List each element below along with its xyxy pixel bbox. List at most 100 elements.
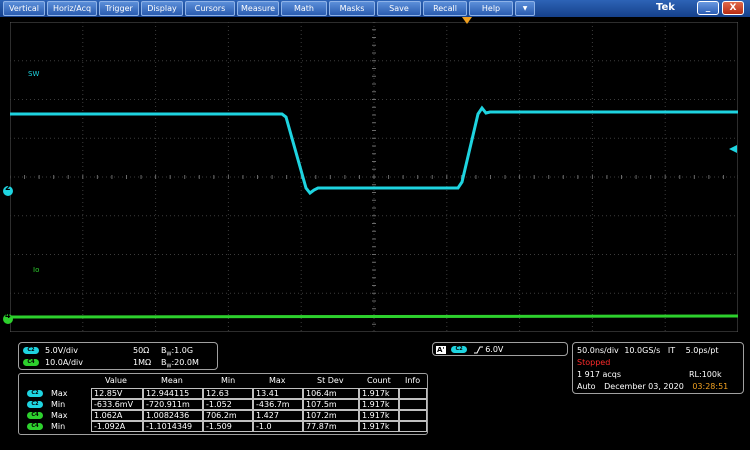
menu-vertical[interactable]: Vertical [3, 1, 45, 16]
ch4-settings-row[interactable]: C4 10.0A/div 1MΩ BW:20.0M [23, 358, 199, 370]
measurement-value-cell: -633.6mV [91, 399, 143, 410]
measurement-channel-badge: C4 [27, 423, 43, 430]
waveform-display[interactable]: 2 4 SW Io [0, 17, 750, 340]
brand-logo: Tek [656, 2, 675, 13]
measurement-stdev-cell: 77.87m [303, 421, 359, 432]
ch4-ground-marker[interactable]: 4 [2, 310, 14, 324]
ch2-ground-marker[interactable]: 2 [2, 182, 14, 196]
close-button[interactable]: X [722, 1, 744, 15]
measurement-info-cell [399, 388, 427, 399]
it-label: IT [667, 346, 676, 355]
measurement-row[interactable]: C4 Min -1.092A -1.1014349 -1.509 -1.0 77.87m 1.… [19, 421, 427, 432]
measurement-max-cell: -436.7m [253, 399, 303, 410]
measurements-table[interactable]: Value Mean Min Max St Dev Count Info C2 M… [18, 373, 428, 435]
acquisition-panel[interactable]: 50.0ns/div 10.0GS/s IT 5.0ps/pt Stopped … [572, 342, 744, 394]
measurement-type: Max [51, 389, 68, 398]
measurement-mean-cell: 12.944115 [143, 388, 203, 399]
ch2-badge: C2 [23, 347, 39, 354]
record-length: RL:100k [689, 370, 722, 379]
ch4-bandwidth: BW:20.0M [161, 358, 199, 370]
measurement-row[interactable]: C2 Max 12.85V 12.944115 12.63 13.41 106.4m 1.91… [19, 388, 427, 399]
measurement-min-cell: 706.2m [203, 410, 253, 421]
measurement-value-cell: -1.092A [91, 421, 143, 432]
ch2-bandwidth: BW:1.0G [161, 346, 193, 358]
col-header-count: Count [367, 376, 391, 385]
measurement-value-cell: 12.85V [91, 388, 143, 399]
measurement-type: Min [51, 422, 66, 431]
run-status: Stopped [577, 358, 611, 367]
measurement-stdev-cell: 107.2m [303, 410, 359, 421]
menu-masks[interactable]: Masks [329, 1, 375, 16]
measurement-value-cell: 1.062A [91, 410, 143, 421]
col-header-value: Value [105, 376, 127, 385]
menu-recall[interactable]: Recall [423, 1, 467, 16]
date-time-row: Auto December 03, 2020 03:28:51 [577, 382, 728, 391]
menu-bar: Vertical Horiz/Acq Trigger Display Curso… [0, 0, 750, 17]
trigger-position-marker[interactable] [462, 17, 472, 25]
ch4-bw-value: :20.0M [171, 358, 199, 367]
menu-display[interactable]: Display [141, 1, 183, 16]
graticule [10, 22, 738, 332]
trigger-readout-panel[interactable]: A' C2 6.0V [432, 342, 568, 356]
measurement-count-cell: 1.917k [359, 410, 399, 421]
resolution: 5.0ps/pt [685, 346, 719, 355]
timebase: 50.0ns/div [577, 346, 619, 355]
measurement-type: Max [51, 411, 68, 420]
measurement-max-cell: -1.0 [253, 421, 303, 432]
measurement-mean-cell: -720.911m [143, 399, 203, 410]
measurement-stdev-cell: 106.4m [303, 388, 359, 399]
measurement-channel-badge: C2 [27, 390, 43, 397]
menu-horiz-acq[interactable]: Horiz/Acq [47, 1, 97, 16]
menu-help[interactable]: Help [469, 1, 513, 16]
ch2-impedance: 50Ω [133, 346, 150, 355]
ch2-settings-row[interactable]: C2 5.0V/div 50Ω BW:1.0G [23, 346, 193, 358]
measurement-count-cell: 1.917k [359, 388, 399, 399]
time: 03:28:51 [692, 382, 729, 391]
minimize-button[interactable]: _ [697, 1, 719, 15]
ch4-badge: C4 [23, 359, 39, 366]
measurement-mean-cell: -1.1014349 [143, 421, 203, 432]
measurement-min-cell: -1.052 [203, 399, 253, 410]
menu-measure[interactable]: Measure [237, 1, 279, 16]
measurement-mean-cell: 1.0082436 [143, 410, 203, 421]
trigger-level-marker[interactable] [729, 145, 739, 153]
ch4-scale: 10.0A/div [45, 358, 84, 367]
menu-cursors[interactable]: Cursors [185, 1, 235, 16]
center-axis-ticks [10, 22, 738, 332]
ch4-impedance: 1MΩ [133, 358, 152, 367]
ch2-marker-label: 2 [5, 183, 11, 192]
menu-save[interactable]: Save [377, 1, 421, 16]
date: December 03, 2020 [604, 382, 684, 391]
ch2-bw-value: :1.0G [171, 346, 194, 355]
trigger-readout: A' C2 6.0V [436, 345, 503, 354]
measurement-count-cell: 1.917k [359, 399, 399, 410]
io-trace-label: Io [33, 266, 40, 274]
measurement-channel-badge: C2 [27, 401, 43, 408]
measurement-info-cell [399, 421, 427, 432]
measurement-row[interactable]: C4 Max 1.062A 1.0082436 706.2m 1.427 107.2m 1.9… [19, 410, 427, 421]
col-header-max: Max [269, 376, 286, 385]
menu-math[interactable]: Math [281, 1, 327, 16]
trigger-source-badge: C2 [451, 346, 468, 353]
menu-trigger[interactable]: Trigger [99, 1, 139, 16]
trigger-level: 6.0V [485, 345, 504, 354]
measurement-max-cell: 1.427 [253, 410, 303, 421]
col-header-min: Min [221, 376, 236, 385]
rising-edge-icon [473, 345, 486, 354]
measurement-channel-badge: C4 [27, 412, 43, 419]
col-header-info: Info [405, 376, 421, 385]
horizontal-readout: 50.0ns/div 10.0GS/s IT 5.0ps/pt [577, 346, 719, 355]
measurement-info-cell [399, 410, 427, 421]
measurement-row[interactable]: C2 Min -633.6mV -720.911m -1.052 -436.7m 107.5… [19, 399, 427, 410]
ch4-io-waveform [10, 314, 738, 319]
channel-settings-panel[interactable]: C2 5.0V/div 50Ω BW:1.0G C4 10.0A/div 1MΩ… [18, 342, 218, 370]
menu-dropdown-button[interactable]: ▼ [515, 1, 535, 16]
trigger-mode-auto: Auto [577, 382, 596, 391]
measurement-type: Min [51, 400, 66, 409]
measurement-max-cell: 13.41 [253, 388, 303, 399]
trigger-mode: A' [436, 346, 446, 354]
ch4-marker-label: 4 [5, 311, 11, 320]
measurement-info-cell [399, 399, 427, 410]
sw-trace-label: SW [28, 70, 40, 78]
ch2-scale: 5.0V/div [45, 346, 78, 355]
